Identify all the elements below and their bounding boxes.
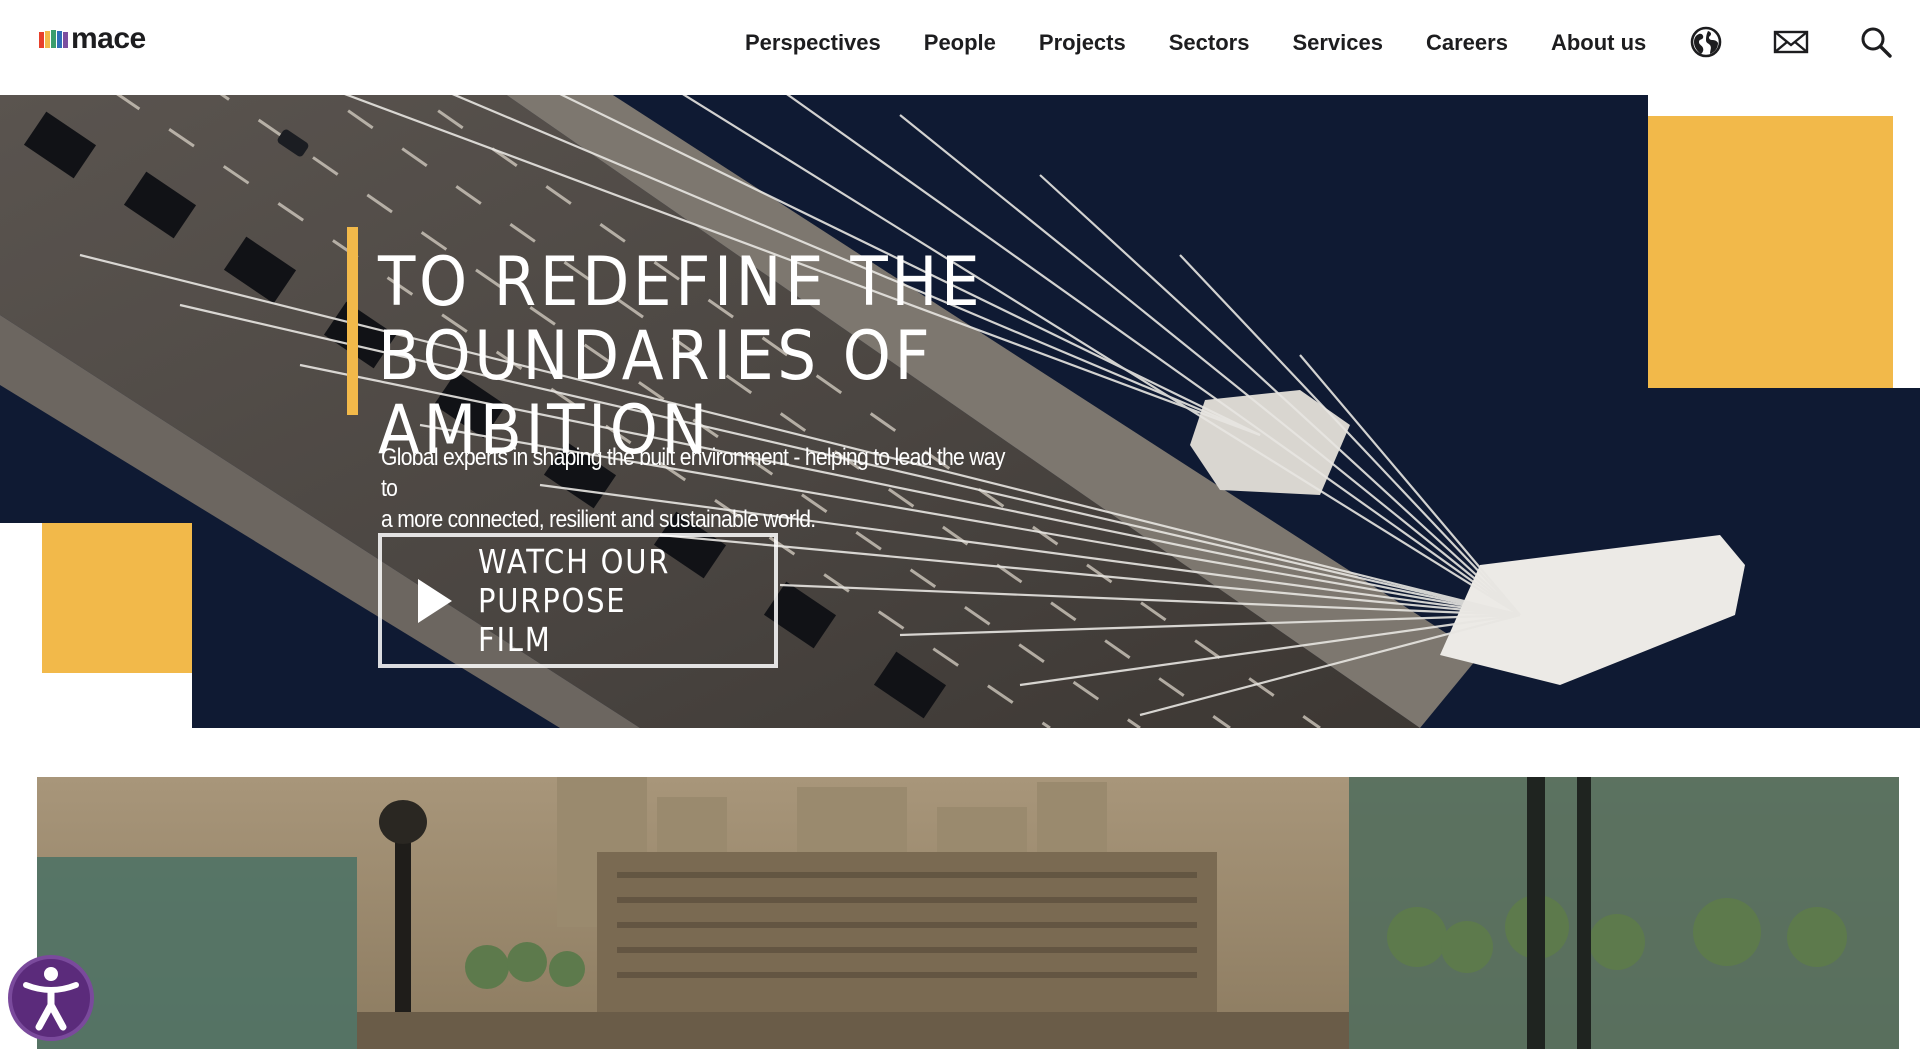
hero-title-line-1: TO REDEFINE THE: [378, 243, 984, 322]
mail-icon[interactable]: [1772, 24, 1810, 60]
nav-perspectives[interactable]: Perspectives: [745, 28, 881, 58]
hero-background-right: [1648, 388, 1920, 728]
mace-logo[interactable]: mace: [39, 24, 146, 54]
accessibility-button[interactable]: [8, 955, 94, 1041]
main-nav: Perspectives People Projects Sectors Ser…: [745, 28, 1689, 58]
film-label-line-1: WATCH OUR: [478, 542, 671, 581]
nav-people[interactable]: People: [924, 28, 996, 58]
globe-icon[interactable]: [1688, 24, 1724, 60]
nav-sectors[interactable]: Sectors: [1169, 28, 1250, 58]
watch-purpose-film-button[interactable]: WATCH OUR PURPOSE FILM: [378, 533, 778, 668]
accent-block-top-right: [1648, 116, 1893, 388]
watch-purpose-film-label: WATCH OUR PURPOSE FILM: [478, 542, 707, 659]
logo-text: mace: [71, 22, 146, 55]
play-icon: [418, 578, 452, 623]
search-icon[interactable]: [1858, 24, 1894, 60]
nav-about-us[interactable]: About us: [1551, 28, 1646, 58]
nav-projects[interactable]: Projects: [1039, 28, 1126, 58]
hero-title-accent-rule: [347, 227, 358, 415]
accent-block-bottom-left: [42, 523, 192, 673]
hero-title: TO REDEFINE THE BOUNDARIES OF AMBITION: [378, 246, 1278, 468]
hero-subtitle-line-2: a more connected, resilient and sustaina…: [381, 506, 816, 533]
logo-bars-icon: [39, 30, 69, 48]
hero-subtitle: Global experts in shaping the built envi…: [381, 442, 1015, 535]
page: mace Perspectives People Projects Sector…: [0, 0, 1920, 1049]
nav-careers[interactable]: Careers: [1426, 28, 1508, 58]
site-header: mace Perspectives People Projects Sector…: [0, 0, 1920, 95]
accessibility-icon: [23, 967, 79, 1031]
nav-services[interactable]: Services: [1292, 28, 1383, 58]
riverside-banner-image: [37, 777, 1899, 1049]
film-label-line-2: PURPOSE FILM: [478, 581, 627, 659]
hero-subtitle-line-1: Global experts in shaping the built envi…: [381, 444, 1005, 502]
